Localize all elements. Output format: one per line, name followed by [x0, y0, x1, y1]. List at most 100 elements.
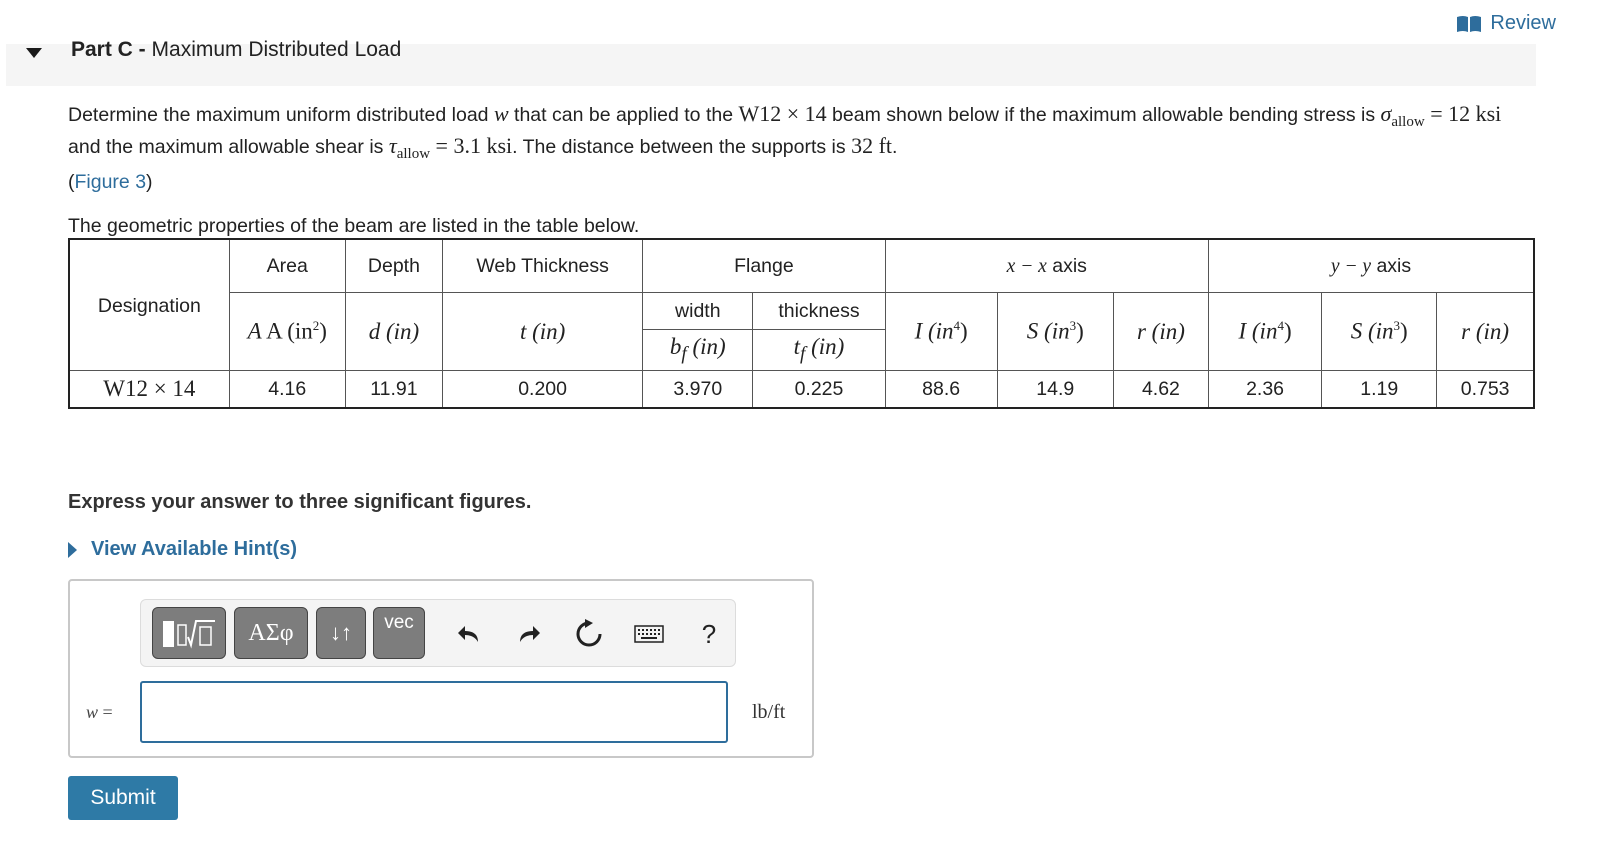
- arrows-button[interactable]: ↓↑: [316, 607, 366, 659]
- th-x-axis: x − x axis: [884, 238, 1209, 293]
- figure-link-wrap: (Figure 3): [68, 171, 153, 194]
- th-designation: Designation: [68, 238, 230, 371]
- undo-icon[interactable]: [449, 614, 489, 654]
- paren: ): [1283, 318, 1292, 344]
- cell-iy: 2.36: [1207, 370, 1323, 409]
- th-flange-thickness: thickness: [752, 292, 886, 330]
- unit-text: I (in: [914, 318, 954, 344]
- math-beam: W12 × 14: [738, 101, 827, 126]
- figure-link[interactable]: Figure 3: [75, 171, 147, 193]
- templates-button[interactable]: [152, 607, 226, 659]
- cell-designation: W12 × 14: [68, 370, 230, 409]
- cell-rx: 4.62: [1112, 370, 1209, 409]
- cell-ry: 0.753: [1436, 370, 1535, 409]
- math-w: w: [493, 101, 509, 126]
- th-depth: Depth: [344, 238, 443, 293]
- view-hints-link[interactable]: View Available Hint(s): [68, 538, 297, 561]
- greek-symbols-button[interactable]: ΑΣφ: [234, 607, 308, 659]
- cell-sy: 1.19: [1321, 370, 1438, 409]
- submit-button[interactable]: Submit: [68, 776, 178, 820]
- math-sub-allow: allow: [396, 145, 431, 162]
- problem-statement: Determine the maximum uniform distribute…: [68, 102, 1538, 166]
- paren: ): [960, 318, 968, 344]
- math-tau-value: = 3.1 ksi: [430, 132, 513, 158]
- paren-close: ): [146, 171, 153, 193]
- paren: ): [1076, 318, 1084, 344]
- answer-var: w: [86, 702, 99, 722]
- y-axis-var: y − y: [1330, 255, 1372, 277]
- cell-ix: 88.6: [884, 370, 998, 409]
- th-depth-unit: d (in): [344, 292, 443, 371]
- cell-web: 0.200: [441, 370, 644, 409]
- part-name: Maximum Distributed Load: [151, 38, 402, 61]
- part-title: Part C - Maximum Distributed Load: [71, 38, 401, 62]
- table-header-row: Designation Area Depth Web Thickness Fla…: [68, 238, 1535, 371]
- instruction-text: Express your answer to three significant…: [68, 491, 532, 513]
- caret-right-icon: [68, 541, 77, 558]
- bf-var: b: [669, 334, 682, 360]
- tf-unit: (in): [805, 334, 845, 360]
- math-toolbar: ΑΣφ ↓↑ vec ?: [140, 599, 736, 667]
- th-y-axis: y − y axis: [1207, 238, 1535, 293]
- part-prefix: Part C -: [71, 38, 152, 61]
- problem-text: .: [892, 135, 898, 158]
- vec-button[interactable]: vec: [373, 607, 425, 659]
- problem-text: beam shown below if the maximum allowabl…: [826, 104, 1381, 126]
- collapse-caret-icon[interactable]: [26, 48, 42, 58]
- keyboard-icon[interactable]: [629, 614, 669, 654]
- th-iy-unit: I (in4): [1207, 292, 1323, 371]
- math-tau: τ: [388, 132, 397, 158]
- math-sigma-value: = 12 ksi: [1424, 101, 1502, 126]
- th-ix-unit: I (in4): [884, 292, 998, 371]
- th-sy-unit: S (in3): [1321, 292, 1438, 371]
- th-web-thickness: Web Thickness: [441, 238, 644, 293]
- hints-label: View Available Hint(s): [91, 538, 297, 560]
- problem-text: Determine the maximum uniform distribute…: [68, 104, 494, 126]
- th-flange-width: width: [642, 292, 754, 330]
- reset-icon[interactable]: [569, 614, 609, 654]
- math-sigma: σ: [1380, 101, 1392, 126]
- cell-bf: 3.970: [642, 370, 754, 409]
- review-label: Review: [1490, 12, 1556, 34]
- th-area: Area: [228, 238, 346, 293]
- help-icon[interactable]: ?: [689, 614, 729, 654]
- unit-text: S (in: [1026, 318, 1070, 344]
- book-icon: [1456, 15, 1482, 33]
- th-web-unit: t (in): [441, 292, 644, 371]
- table-row: W12 × 14 4.16 11.91 0.200 3.970 0.225 88…: [68, 370, 1535, 409]
- unit-text: S (in: [1350, 318, 1394, 344]
- x-axis-var: x − x: [1006, 255, 1047, 277]
- th-area-unit: A A (in2): [228, 292, 346, 371]
- answer-box: ΑΣφ ↓↑ vec ? w = lb/ft: [68, 579, 814, 758]
- unit-text: I (in: [1238, 318, 1278, 344]
- th-tf-unit: tf (in): [752, 329, 886, 371]
- cell-sx: 14.9: [996, 370, 1114, 409]
- table-subheader-row: A A (in2) d (in) t (in) width thickness …: [69, 292, 1535, 371]
- th-rx-unit: r (in): [1112, 292, 1209, 371]
- review-link[interactable]: Review: [1456, 12, 1556, 35]
- th-sx-unit: S (in3): [996, 292, 1114, 371]
- table-caption: The geometric properties of the beam are…: [68, 215, 640, 237]
- unit-text: A (in: [266, 318, 313, 344]
- answer-input[interactable]: [140, 681, 728, 743]
- paren: ): [1400, 318, 1408, 344]
- templates-icon: [163, 620, 215, 649]
- answer-variable-label: w =: [86, 702, 113, 723]
- problem-text: and the maximum allowable shear is: [68, 135, 389, 158]
- problem-text: . The distance between the supports is: [512, 135, 852, 158]
- cell-depth: 11.91: [344, 370, 443, 409]
- y-axis-word: axis: [1371, 254, 1412, 277]
- th-ry-unit: r (in): [1436, 292, 1535, 371]
- x-axis-word: axis: [1046, 254, 1087, 277]
- beam-properties-table: Designation Area Depth Web Thickness Fla…: [68, 238, 1535, 409]
- answer-eq: =: [98, 702, 113, 722]
- th-bf-unit: bf (in): [642, 329, 754, 371]
- paren: ): [319, 318, 327, 344]
- cell-area: 4.16: [228, 370, 346, 409]
- redo-icon[interactable]: [509, 614, 549, 654]
- math-sub-allow: allow: [1391, 113, 1425, 130]
- th-flange: Flange: [642, 238, 886, 293]
- problem-text: that can be applied to the: [508, 104, 739, 126]
- unit-label: lb/ft: [752, 701, 786, 723]
- cell-tf: 0.225: [752, 370, 886, 409]
